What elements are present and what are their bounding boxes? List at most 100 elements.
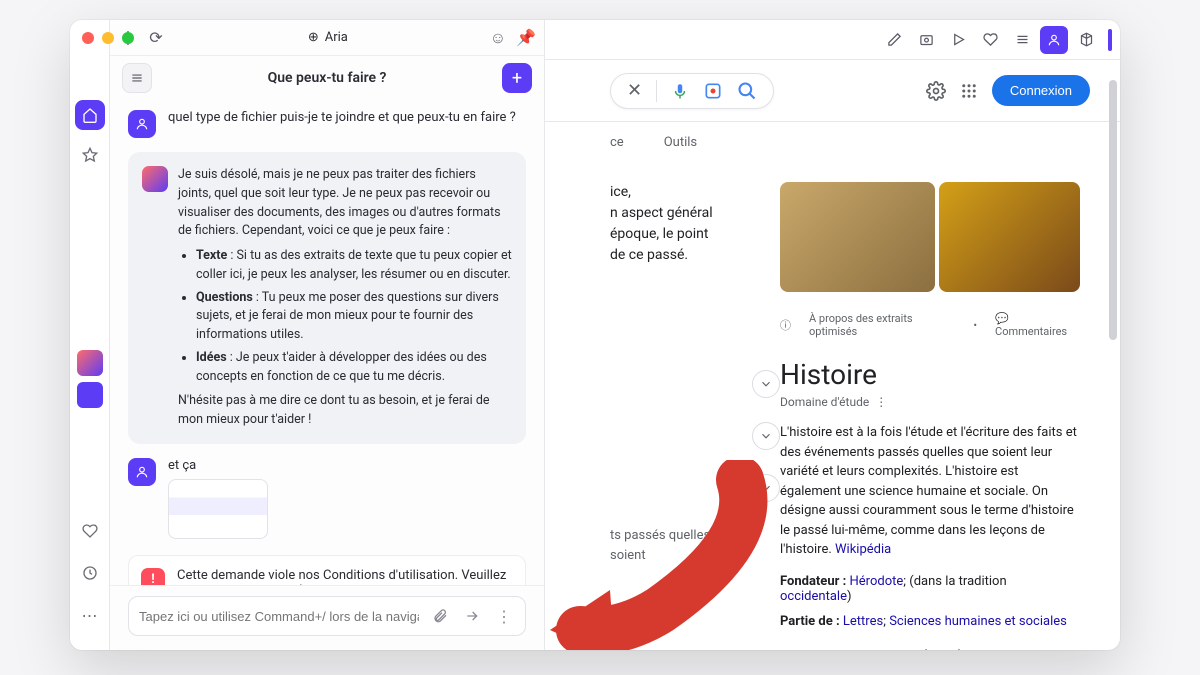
error-message: ! Cette demande viole nos Conditions d'u… [128, 555, 526, 585]
traffic-lights [82, 32, 134, 44]
new-chat-button[interactable]: + [502, 63, 532, 93]
composer: ⋮ [110, 585, 544, 650]
hamburger-icon[interactable] [122, 63, 152, 93]
founder-link[interactable]: Hérodote [850, 574, 904, 589]
also-search-heading: Les internautes recherchent aussi [780, 647, 1080, 651]
divider [656, 80, 657, 102]
part-link-1[interactable]: Lettres [843, 614, 883, 629]
composer-more-icon[interactable]: ⋮ [493, 605, 515, 627]
snippet-fragment: ice, n aspect général époque, le point d… [610, 182, 760, 266]
expand-chevron-icon[interactable] [752, 422, 780, 450]
user-message-text: quel type de fichier puis-je te joindre … [168, 110, 516, 125]
aria-sidebar: ⋮ ⟳ ⊕Aria ☺ 📌 Que peux-tu faire ? + quel… [110, 20, 545, 650]
home-icon[interactable] [75, 100, 105, 130]
truncated-text: ts passés quelles que soient [610, 526, 760, 565]
more-icon[interactable]: ⋯ [75, 600, 105, 630]
expand-chevron-icon[interactable] [752, 370, 780, 398]
kp-images [780, 182, 1080, 292]
knowledge-panel: ⓘ À propos des extraits optimisés • 💬Com… [780, 162, 1120, 650]
chat-scroll: quel type de fichier puis-je te joindre … [110, 100, 544, 585]
expand-buttons [610, 370, 780, 502]
attach-icon[interactable] [429, 605, 451, 627]
play-icon[interactable] [944, 26, 972, 54]
kp-image-1[interactable] [780, 182, 935, 292]
emoji-icon[interactable]: ☺ [490, 28, 506, 48]
kp-title: Histoire [780, 358, 1080, 391]
about-snippets-link[interactable]: À propos des extraits optimisés [809, 312, 955, 338]
aria-titlebar: ⋮ ⟳ ⊕Aria ☺ 📌 [110, 20, 544, 56]
accent-bar [1108, 29, 1112, 51]
kp-image-2[interactable] [939, 182, 1080, 292]
app-tile-1[interactable] [77, 350, 103, 376]
aria-app-title: ⊕Aria [174, 30, 482, 45]
close-window-icon[interactable] [82, 32, 94, 44]
kp-description: L'histoire est à la fois l'étude et l'éc… [780, 423, 1080, 560]
globe-icon: ⊕ [308, 30, 319, 45]
info-icon[interactable]: ⓘ [780, 317, 791, 333]
user-message-attachment: et ça [128, 458, 526, 539]
kp-meta-row: ⓘ À propos des extraits optimisés • 💬Com… [780, 312, 1080, 338]
expand-chevron-icon[interactable] [752, 474, 780, 502]
settings-gear-icon[interactable] [926, 81, 946, 101]
browser-window: ⋯ ✕ Connexion [70, 20, 1120, 650]
pinned-apps [77, 350, 103, 408]
frag-line: époque, le point [610, 224, 760, 245]
composer-input[interactable] [139, 609, 419, 624]
error-icon: ! [141, 568, 165, 585]
conversation-title: Que peux-tu faire ? [162, 70, 492, 86]
ai-message: Je suis désolé, mais je ne peux pas trai… [128, 152, 526, 444]
user-message-text: et ça [168, 458, 268, 473]
part-link-2[interactable]: Sciences humaines et sociales [889, 614, 1067, 629]
sign-in-button[interactable]: Connexion [992, 75, 1090, 106]
user-avatar-icon [128, 110, 156, 138]
frag-line: ice, [610, 182, 760, 203]
attached-image-thumb[interactable] [168, 479, 268, 539]
heart-toolbar-icon[interactable] [976, 26, 1004, 54]
ai-intro: Je suis désolé, mais je ne peux pas trai… [178, 166, 512, 241]
frag-line: de ce passé. [610, 245, 760, 266]
apps-grid-icon[interactable] [960, 82, 978, 100]
bullet: • [973, 319, 977, 332]
search-submit-icon[interactable] [737, 81, 757, 101]
user-avatar-icon [128, 458, 156, 486]
voice-search-icon[interactable] [671, 82, 689, 100]
wikipedia-link[interactable]: Wikipédia [835, 542, 891, 557]
edit-icon[interactable] [880, 26, 908, 54]
send-icon[interactable] [461, 605, 483, 627]
page-scrollbar[interactable] [1109, 80, 1117, 340]
extensions-icon[interactable] [1072, 26, 1100, 54]
error-text: Cette demande viole nos Conditions d'uti… [177, 568, 513, 585]
composer-box[interactable]: ⋮ [128, 596, 526, 636]
snapshot-icon[interactable] [912, 26, 940, 54]
maximize-window-icon[interactable] [122, 32, 134, 44]
tradition-link[interactable]: occidentale [780, 589, 847, 604]
history-icon[interactable] [75, 558, 105, 588]
left-sidebar: ⋯ [70, 20, 110, 650]
list-item: Questions : Tu peux me poser des questio… [196, 289, 512, 345]
sidebar-bottom: ⋯ [75, 516, 105, 630]
heart-icon[interactable] [75, 516, 105, 546]
kp-more-icon[interactable]: ⋮ [875, 395, 887, 409]
minimize-window-icon[interactable] [102, 32, 114, 44]
reload-icon[interactable]: ⟳ [146, 28, 166, 47]
ai-bullet-list: Texte : Si tu as des extraits de texte q… [196, 247, 512, 386]
frag-line: n aspect général [610, 203, 760, 224]
kp-partof-row: Partie de : Lettres; Sciences humaines e… [780, 614, 1080, 629]
lens-search-icon[interactable] [703, 81, 723, 101]
profile-avatar-icon[interactable] [1040, 26, 1068, 54]
tab-tools[interactable]: Outils [664, 135, 697, 150]
tab-unknown[interactable]: ce [610, 135, 624, 150]
app-tile-2[interactable] [77, 382, 103, 408]
clear-search-icon[interactable]: ✕ [627, 80, 642, 101]
aria-header: Que peux-tu faire ? + [110, 56, 544, 100]
search-bar[interactable]: ✕ [610, 73, 774, 109]
user-message: quel type de fichier puis-je te joindre … [128, 110, 526, 138]
list-item: Idées : Je peux t'aider à développer des… [196, 349, 512, 387]
ai-avatar-icon [142, 166, 168, 192]
kp-founder-row: Fondateur : Hérodote; (dans la tradition… [780, 574, 1080, 604]
search-right-cluster: Connexion [926, 75, 1090, 106]
feedback-link[interactable]: 💬Commentaires [995, 312, 1080, 338]
menu-lines-icon[interactable] [1008, 26, 1036, 54]
star-icon[interactable] [75, 140, 105, 170]
pin-icon[interactable]: 📌 [516, 28, 536, 48]
